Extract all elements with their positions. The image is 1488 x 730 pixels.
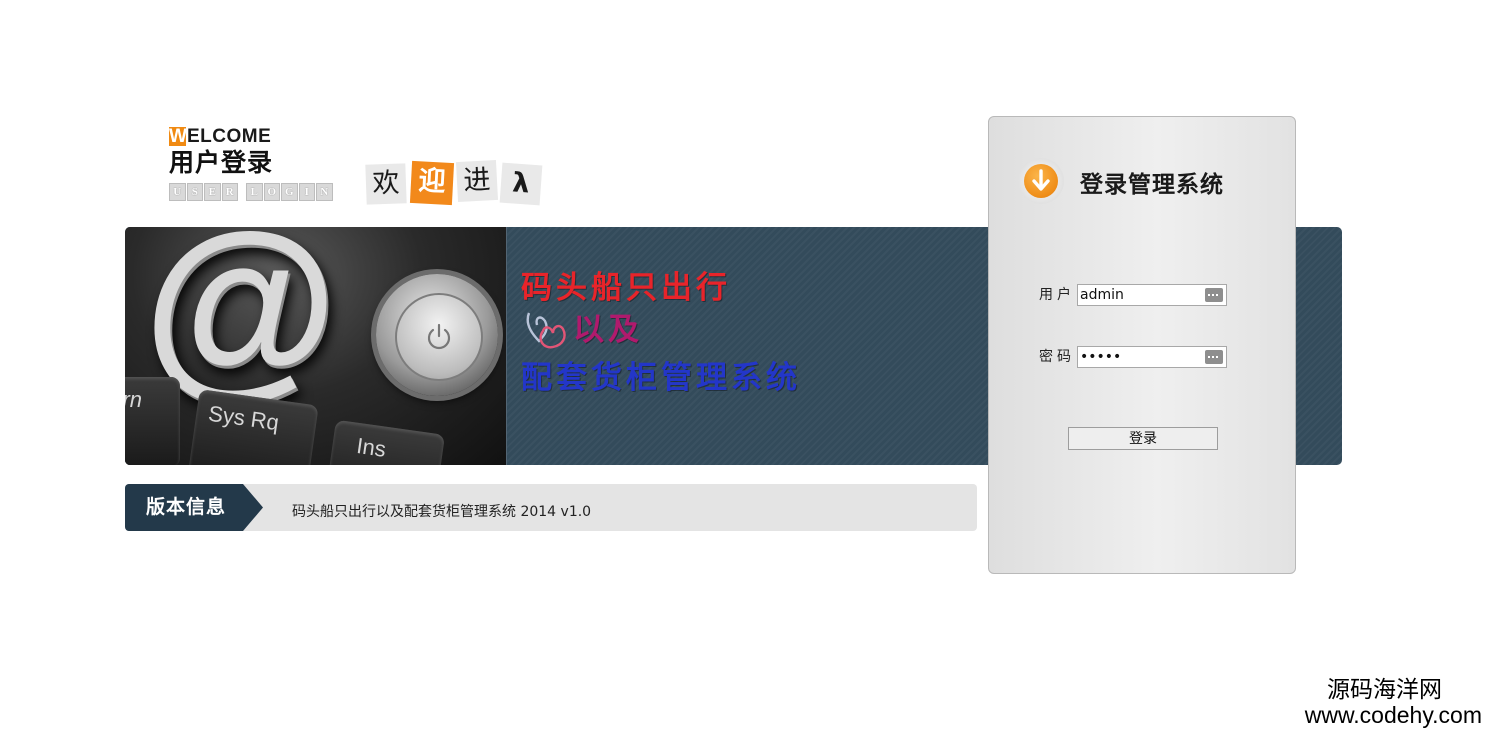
power-button-icon [376, 274, 498, 396]
login-en-letter: S [186, 183, 203, 201]
login-en-letter: L [246, 183, 263, 201]
welcome-tile: 欢 [365, 163, 407, 205]
keyboard-key: rn [125, 377, 180, 465]
login-en-letter: R [221, 183, 238, 201]
watermark-name: 源码海洋网 [1327, 676, 1442, 702]
welcome-tile: 进 [455, 159, 499, 203]
login-en-gap [239, 183, 245, 201]
welcome-rest: ELCOME [187, 126, 272, 147]
watermark-url: www.codehy.com [1304, 702, 1482, 728]
version-info-bar: 版本信息 码头船只出行以及配套货柜管理系统 2014 v1.0 [125, 484, 977, 531]
user-login-en: U S E R L O G I N [169, 183, 354, 201]
welcome-first-letter: W [169, 126, 188, 147]
username-value: admin [1080, 287, 1124, 303]
welcome-tile-highlight: 迎 [409, 160, 455, 206]
keyboard-photo: @ rn Sys Rq Ins [125, 227, 507, 465]
login-en-letter: E [204, 183, 221, 201]
welcome-logo: WELCOME 用户登录 U S E R L O G I N [169, 127, 354, 201]
username-label: 用户 [1039, 287, 1075, 303]
password-value: ••••• [1080, 349, 1122, 365]
login-en-letter: N [316, 183, 333, 201]
login-en-letter: I [298, 183, 315, 201]
banner-title: 码头船只出行 以及 配套货柜管理系统 [521, 267, 801, 399]
login-en-letter: G [281, 183, 298, 201]
login-title: 登录管理系统 [1080, 172, 1224, 198]
version-tag-label: 版本信息 [146, 496, 227, 518]
password-manager-icon[interactable] [1205, 350, 1223, 364]
power-icon [427, 323, 451, 350]
login-en-letter: O [263, 183, 280, 201]
version-tag: 版本信息 [125, 484, 263, 531]
password-label: 密码 [1039, 349, 1075, 365]
heart-icon [526, 312, 566, 349]
username-input[interactable]: admin [1077, 284, 1227, 306]
banner-line-2: 以及 [573, 312, 643, 348]
version-text: 码头船只出行以及配套货柜管理系统 2014 v1.0 [292, 504, 592, 520]
banner-line-3: 配套货柜管理系统 [521, 360, 801, 396]
welcome-tile: λ [499, 162, 543, 206]
keyboard-key: Ins [324, 419, 446, 465]
key-label: Ins [354, 432, 388, 462]
key-label: Sys Rq [206, 400, 281, 436]
password-input[interactable]: ••••• [1077, 346, 1227, 368]
login-button[interactable]: 登录 [1068, 427, 1218, 450]
password-manager-icon[interactable] [1205, 288, 1223, 302]
key-label: rn [125, 387, 142, 412]
banner-line-1: 码头船只出行 [521, 270, 731, 306]
user-login-cn: 用户登录 [169, 148, 274, 177]
welcome-word: WELCOME [169, 127, 354, 147]
login-panel: 登录管理系统 用户 admin 密码 ••••• 登录 [988, 116, 1296, 574]
download-arrow-icon [1018, 158, 1064, 204]
watermark: 源码海洋网 www.codehy.com [1305, 675, 1482, 727]
login-en-letter: U [169, 183, 186, 201]
